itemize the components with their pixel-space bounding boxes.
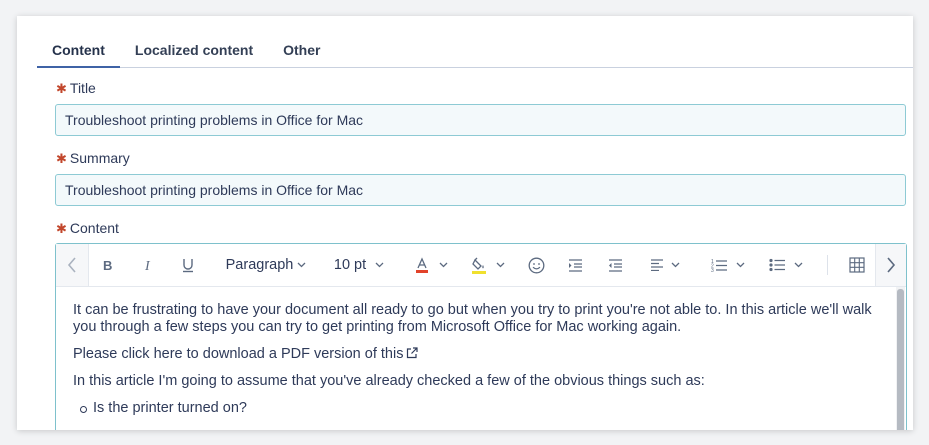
tab-other[interactable]: Other — [268, 42, 335, 67]
emoji-button[interactable] — [524, 244, 548, 286]
toolbar-scroll-right-button[interactable] — [875, 244, 906, 286]
font-size-value: 10 pt — [333, 257, 367, 273]
chevron-down-icon — [736, 262, 745, 268]
highlight-color-button[interactable] — [467, 244, 509, 286]
chevron-down-icon — [375, 262, 384, 268]
list-item: Is the printer turned on? — [80, 400, 894, 417]
chevron-right-icon — [887, 257, 896, 273]
editor-scrollbar[interactable] — [896, 287, 905, 430]
toolbar-scroll-left-button[interactable] — [56, 244, 89, 286]
align-left-icon — [651, 259, 663, 271]
align-dropdown[interactable] — [646, 244, 684, 286]
font-color-button[interactable] — [410, 244, 452, 286]
italic-button[interactable]: I — [136, 244, 160, 286]
title-label: ✱ Title — [56, 80, 96, 97]
editor-paragraph: It can be frustrating to have your docum… — [73, 302, 872, 335]
required-icon: ✱ — [56, 81, 67, 96]
toolbar-divider — [827, 255, 828, 275]
numbered-list-icon: 123 — [711, 259, 727, 272]
indent-icon — [568, 258, 582, 272]
block-format-dropdown[interactable]: Paragraph — [218, 244, 314, 286]
chevron-down-icon — [297, 262, 306, 268]
rich-text-editor[interactable]: B I Paragraph 10 pt 1 2 3 It can be frus… — [55, 243, 907, 430]
font-size-dropdown[interactable]: 10 pt — [330, 244, 388, 286]
scrollbar-thumb[interactable] — [897, 289, 904, 430]
font-color-icon — [415, 257, 428, 273]
title-label-text: Title — [69, 80, 96, 96]
chevron-down-icon — [794, 262, 803, 268]
indent-button[interactable] — [563, 244, 587, 286]
editor-toolbar: B I Paragraph 10 pt 1 2 3 — [56, 244, 906, 287]
tab-bar: Content Localized content Other — [37, 16, 913, 68]
underline-icon — [183, 259, 193, 273]
editor-paragraph: Please click here to download a PDF vers… — [73, 346, 894, 363]
numbered-list-dropdown[interactable]: 123 — [708, 244, 748, 286]
block-format-value: Paragraph — [225, 257, 294, 273]
editor-bullet-list: Is the printer turned on? — [73, 400, 894, 417]
svg-text:B: B — [103, 258, 112, 272]
outdent-icon — [608, 258, 622, 272]
highlight-icon — [472, 257, 486, 274]
table-icon — [849, 257, 865, 273]
summary-label-text: Summary — [69, 150, 130, 166]
tab-content[interactable]: Content — [37, 42, 120, 68]
italic-icon: I — [144, 259, 151, 272]
chevron-down-icon — [496, 262, 505, 268]
svg-text:3: 3 — [711, 268, 714, 272]
external-link-icon — [407, 347, 419, 359]
outdent-button[interactable] — [603, 244, 627, 286]
editor-content-area[interactable]: It can be frustrating to have your docum… — [56, 287, 894, 430]
pdf-download-link[interactable]: Please click here to download a PDF vers… — [73, 346, 403, 362]
summary-input[interactable]: Troubleshoot printing problems in Office… — [55, 174, 906, 206]
summary-label: ✱ Summary — [56, 150, 130, 167]
emoji-icon — [528, 257, 544, 273]
bold-button[interactable]: B — [96, 244, 120, 286]
tab-localized-content[interactable]: Localized content — [120, 42, 268, 67]
editor-paragraph: In this article I'm going to assume that… — [73, 373, 705, 389]
required-icon: ✱ — [56, 221, 67, 236]
chevron-down-icon — [439, 262, 447, 268]
chevron-left-icon — [67, 257, 76, 273]
insert-table-button[interactable] — [844, 244, 870, 286]
content-label: ✱ Content — [56, 220, 119, 237]
article-editor-panel: Content Localized content Other ✱ Title T… — [17, 16, 913, 430]
bulleted-list-dropdown[interactable] — [766, 244, 806, 286]
content-label-text: Content — [69, 220, 119, 236]
underline-button[interactable] — [176, 244, 200, 286]
required-icon: ✱ — [56, 151, 67, 166]
title-input[interactable]: Troubleshoot printing problems in Office… — [55, 104, 906, 136]
chevron-down-icon — [671, 262, 680, 268]
bold-icon: B — [103, 258, 112, 272]
bulleted-list-icon — [769, 258, 785, 272]
svg-text:I: I — [144, 259, 151, 272]
